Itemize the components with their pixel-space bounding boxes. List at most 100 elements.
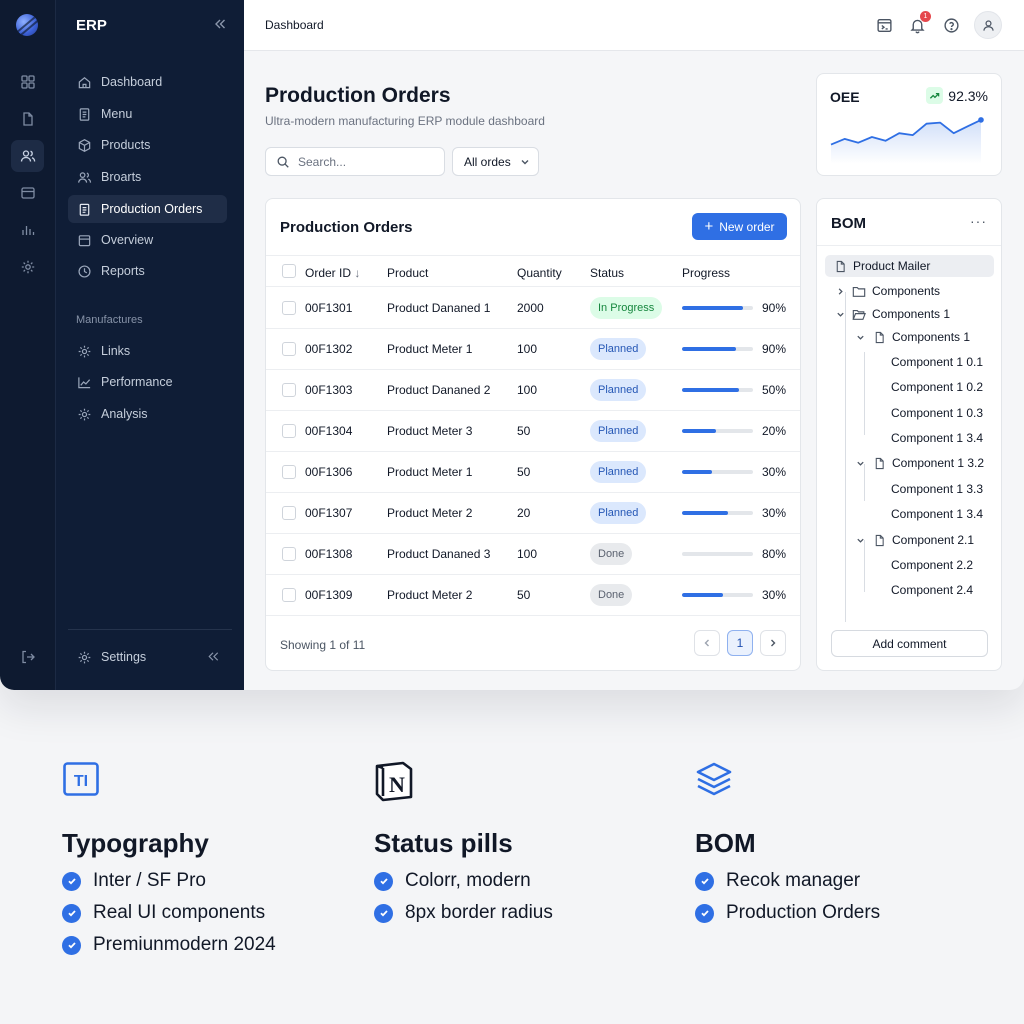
row-checkbox[interactable]	[282, 383, 296, 397]
column-status[interactable]: Status	[590, 266, 624, 280]
users-icon[interactable]	[11, 140, 44, 172]
collapse-icon[interactable]	[206, 649, 221, 667]
search-input[interactable]	[298, 154, 428, 169]
page-button-current[interactable]: 1	[727, 630, 753, 656]
order-id[interactable]: 00F1302	[305, 342, 352, 356]
product-name: Product Dananed 2	[387, 383, 491, 397]
chevron-right-icon[interactable]	[835, 284, 845, 298]
column-quantity[interactable]: Quantity	[517, 266, 562, 280]
table-row[interactable]: 00F1306 Product Meter 1 50 Planned 30%	[266, 452, 800, 493]
sidebar-item-settings[interactable]: Settings	[68, 643, 227, 671]
order-id[interactable]: 00F1308	[305, 547, 352, 561]
avatar[interactable]	[974, 11, 1002, 39]
order-id[interactable]: 00F1303	[305, 383, 352, 397]
row-checkbox[interactable]	[282, 506, 296, 520]
row-checkbox[interactable]	[282, 301, 296, 315]
tree-node-label: Component 2.2	[891, 558, 974, 572]
tree-node-label: Components	[872, 284, 941, 298]
tree-node[interactable]: Component 2.2	[891, 554, 973, 576]
tree-node[interactable]: Component 1 3.2	[855, 452, 984, 474]
sidebar-item-dashboard[interactable]: Dashboard	[68, 68, 227, 96]
svg-text:N: N	[389, 772, 405, 797]
prev-page-button[interactable]	[694, 630, 720, 656]
logout-icon[interactable]	[11, 641, 44, 673]
tree-node[interactable]: Component 1 3.4	[891, 427, 983, 449]
breadcrumb[interactable]: Dashboard	[265, 18, 324, 32]
tree-guide-line	[864, 352, 865, 435]
oee-sparkline	[830, 117, 984, 164]
row-checkbox[interactable]	[282, 342, 296, 356]
tree-node[interactable]: Components 1	[835, 303, 950, 325]
more-options-icon[interactable]: ···	[970, 213, 987, 229]
column-product[interactable]: Product	[387, 266, 428, 280]
column-order-id[interactable]: Order ID ↓	[305, 266, 360, 280]
file-icon[interactable]	[11, 103, 44, 135]
quantity: 20	[517, 506, 531, 520]
tree-node[interactable]: Components 1	[855, 326, 970, 348]
tree-node[interactable]: Component 1 0.3	[891, 402, 983, 424]
feature-item: 8px border radius	[374, 902, 553, 924]
card-icon[interactable]	[11, 177, 44, 209]
terminal-icon[interactable]	[873, 14, 895, 36]
sidebar-item-menu[interactable]: Menu	[68, 100, 227, 128]
row-checkbox[interactable]	[282, 547, 296, 561]
table-row[interactable]: 00F1301 Product Dananed 1 2000 In Progress 9…	[266, 288, 800, 329]
bar-chart-icon[interactable]	[11, 214, 44, 246]
grid-icon[interactable]	[11, 66, 44, 98]
row-checkbox[interactable]	[282, 465, 296, 479]
clock-icon	[76, 263, 92, 279]
table-row[interactable]: 00F1307 Product Meter 2 20 Planned 30%	[266, 493, 800, 534]
tree-node[interactable]: Component 2.1	[855, 529, 974, 551]
sidebar-item-products[interactable]: Products	[68, 131, 227, 159]
order-id[interactable]: 00F1309	[305, 588, 352, 602]
search-box[interactable]	[265, 147, 445, 176]
tree-node[interactable]: Component 1 0.2	[891, 376, 983, 398]
status-pill: Planned	[590, 338, 647, 360]
box-icon	[76, 137, 92, 153]
column-progress[interactable]: Progress	[682, 266, 730, 280]
table-row[interactable]: 00F1303 Product Dananed 2 100 Planned 50%	[266, 370, 800, 411]
status-filter-select[interactable]: All ordes	[452, 147, 539, 176]
progress-percent: 80%	[762, 547, 787, 561]
chevron-down-icon[interactable]	[835, 307, 845, 321]
select-all-checkbox[interactable]	[282, 264, 296, 278]
quantity: 50	[517, 424, 531, 438]
sidebar-item-links[interactable]: Links	[68, 337, 227, 365]
tree-node-label: Component 1 3.4	[891, 431, 984, 445]
next-page-button[interactable]	[760, 630, 786, 656]
sidebar-item-performance[interactable]: Performance	[68, 368, 227, 396]
collapse-sidebar-icon[interactable]	[212, 16, 228, 32]
sidebar-item-reports[interactable]: Reports	[68, 257, 227, 285]
sidebar-item-analysis[interactable]: Analysis	[68, 400, 227, 428]
feature-item: Premiunmodern 2024	[62, 934, 276, 956]
help-icon[interactable]	[940, 14, 962, 36]
settings-icon[interactable]	[11, 251, 44, 283]
sidebar-item-overview[interactable]: Overview	[68, 226, 227, 254]
chevron-down-icon[interactable]	[855, 330, 865, 344]
tree-node[interactable]: Product Mailer	[825, 255, 994, 277]
table-row[interactable]: 00F1309 Product Meter 2 50 Done 30%	[266, 575, 800, 616]
order-id[interactable]: 00F1304	[305, 424, 352, 438]
add-comment-button[interactable]: Add comment	[831, 630, 988, 657]
tree-node[interactable]: Component 2.4	[891, 579, 973, 601]
order-id[interactable]: 00F1301	[305, 301, 352, 315]
row-checkbox[interactable]	[282, 588, 296, 602]
new-order-button[interactable]: + New order	[692, 213, 787, 240]
order-id[interactable]: 00F1306	[305, 465, 352, 479]
table-row[interactable]: 00F1304 Product Meter 3 50 Planned 20%	[266, 411, 800, 452]
tree-node[interactable]: Components	[835, 280, 940, 302]
table-row[interactable]: 00F1308 Product Dananed 3 100 Done 80%	[266, 534, 800, 575]
table-row[interactable]: 00F1302 Product Meter 1 100 Planned 90%	[266, 329, 800, 370]
tree-node[interactable]: Component 1 3.4	[891, 503, 983, 525]
tree-node[interactable]: Component 1 3.3	[891, 478, 983, 500]
status-pill: Planned	[590, 420, 647, 442]
order-id[interactable]: 00F1307	[305, 506, 352, 520]
row-checkbox[interactable]	[282, 424, 296, 438]
tree-node[interactable]: Component 1 0.1	[891, 351, 983, 373]
sidebar-divider	[68, 629, 232, 630]
sidebar-item-broarts[interactable]: Broarts	[68, 163, 227, 191]
sidebar-item-production-orders[interactable]: Production Orders	[68, 195, 227, 223]
check-icon	[374, 903, 393, 923]
sidebar-item-label: Performance	[101, 375, 173, 389]
tree-node-label: Component 1 3.2	[892, 456, 985, 470]
